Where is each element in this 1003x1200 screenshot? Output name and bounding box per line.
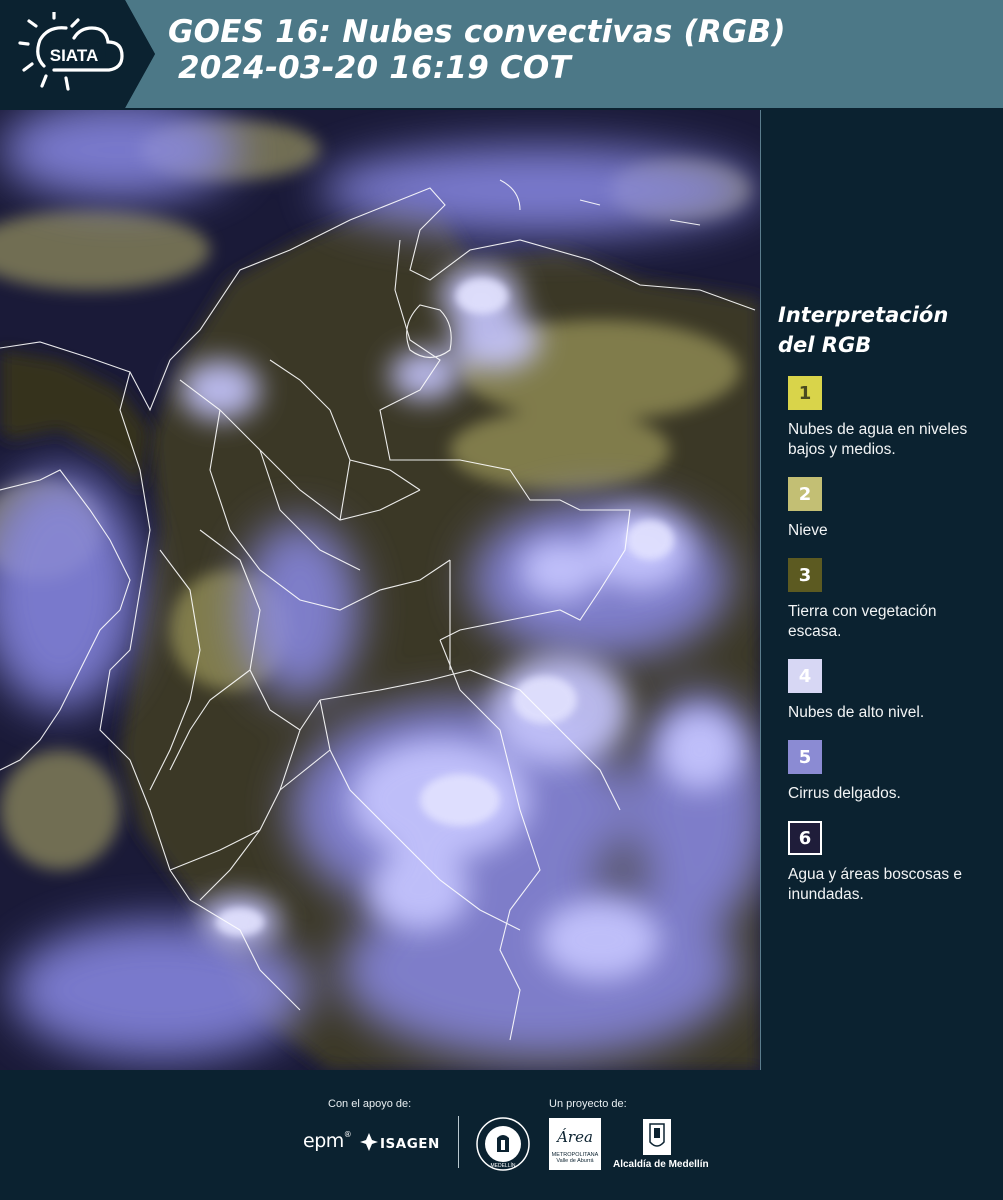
legend-item-5: 5 Cirrus delgados. (788, 740, 993, 804)
page-title: GOES 16: Nubes convectivas (RGB) (168, 14, 786, 50)
siata-logo-text: SIATA (50, 46, 98, 65)
area-metropolitana-logo[interactable]: Área METROPOLITANA Valle de Aburrá (549, 1118, 601, 1170)
legend-swatch-6: 6 (788, 821, 822, 855)
legend-label-5: Cirrus delgados. (788, 785, 901, 802)
support-label: Con el apoyo de: (328, 1098, 412, 1110)
header: SIATA GOES 16: Nubes convectivas (RGB) 2… (0, 0, 1003, 108)
university-seal-icon[interactable]: MEDELLÍN (475, 1116, 531, 1172)
legend-swatch-4: 4 (788, 659, 822, 693)
legend-item-3: 3 Tierra con vegetación escasa. (788, 558, 993, 642)
legend-number-5: 5 (798, 746, 812, 768)
legend-swatch-1: 1 (788, 376, 822, 410)
footer: Con el apoyo de: Un proyecto de: epm® IS… (0, 1070, 1003, 1200)
isagen-icon (360, 1133, 378, 1151)
footer-divider (458, 1116, 459, 1168)
project-label: Un proyecto de: (549, 1098, 627, 1110)
legend: Interpretación del RGB 1 Nubes de agua e… (778, 300, 993, 905)
legend-swatch-2: 2 (788, 477, 822, 511)
title-block: GOES 16: Nubes convectivas (RGB) 2024-03… (168, 14, 786, 86)
legend-label-4: Nubes de alto nivel. (788, 704, 925, 721)
satellite-map[interactable] (0, 110, 761, 1070)
isagen-logo-text: ISAGEN (380, 1136, 440, 1152)
legend-label-6: Agua y áreas boscosas e inundadas. (788, 866, 963, 903)
legend-item-4: 4 Nubes de alto nivel. (788, 659, 993, 723)
legend-label-2: Nieve (788, 522, 828, 539)
rgb-satellite-image (0, 110, 760, 1070)
legend-number-3: 3 (798, 564, 812, 586)
legend-swatch-5: 5 (788, 740, 822, 774)
legend-item-2: 2 Nieve (788, 477, 993, 541)
legend-swatch-3: 3 (788, 558, 822, 592)
legend-label-3: Tierra con vegetación escasa. (788, 603, 937, 640)
legend-number-1: 1 (798, 382, 812, 404)
legend-number-2: 2 (798, 483, 812, 505)
isagen-logo[interactable]: ISAGEN (360, 1133, 440, 1152)
epm-logo[interactable]: epm® (303, 1130, 352, 1152)
area-logo-text: Área (557, 1128, 593, 1146)
legend-number-6: 6 (798, 827, 812, 849)
alcaldia-label: Alcaldía de Medellín (613, 1159, 709, 1170)
alcaldia-shield-icon[interactable] (642, 1118, 672, 1156)
siata-logo[interactable]: SIATA (14, 12, 126, 94)
legend-item-6: 6 Agua y áreas boscosas e inundadas. (788, 821, 993, 905)
timestamp: 2024-03-20 16:19 COT (178, 50, 571, 86)
seal-text: MEDELLÍN (490, 1162, 515, 1169)
area-logo-sub2: Valle de Aburrá (556, 1158, 594, 1164)
legend-title: Interpretación del RGB (778, 303, 949, 357)
epm-logo-text: epm (303, 1130, 344, 1152)
legend-item-1: 1 Nubes de agua en niveles bajos y medio… (788, 376, 993, 460)
legend-label-1: Nubes de agua en niveles bajos y medios. (788, 421, 968, 458)
legend-number-4: 4 (798, 665, 812, 687)
